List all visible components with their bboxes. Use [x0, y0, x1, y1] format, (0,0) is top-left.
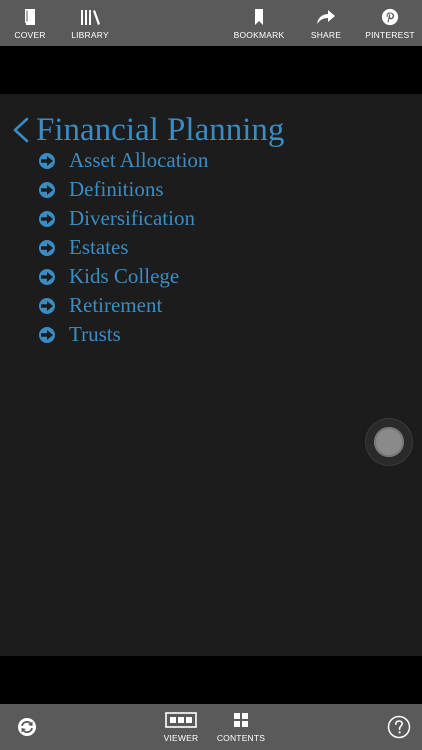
cover-button[interactable]: COVER: [14, 0, 46, 46]
bookmark-icon: [255, 9, 263, 25]
floating-button[interactable]: [366, 419, 412, 465]
help-button[interactable]: [385, 704, 413, 750]
rotate-icon: [18, 718, 36, 736]
grid-icon: [234, 712, 248, 727]
share-button[interactable]: SHARE: [308, 0, 344, 46]
toc-item-label: Trusts: [69, 322, 121, 346]
toc-item-estates[interactable]: Estates: [38, 233, 208, 262]
pinterest-button[interactable]: PINTEREST: [364, 0, 416, 46]
top-black-band: [0, 46, 422, 94]
toc-item-asset-allocation[interactable]: Asset Allocation: [38, 146, 208, 175]
viewer-icon: [165, 711, 197, 728]
pinterest-icon: [381, 8, 399, 26]
book-icon: [25, 9, 35, 25]
bottom-toolbar: VIEWER CONTENTS: [0, 704, 422, 750]
top-toolbar: COVER LIBRARY BOOKMARK SHARE PINTEREST: [0, 0, 422, 46]
arrow-circle-right-icon: [39, 181, 55, 198]
back-title-link[interactable]: Financial Planning: [10, 110, 284, 150]
toc-item-label: Diversification: [69, 206, 195, 230]
arrow-circle-right-icon: [39, 239, 55, 256]
share-icon: [317, 10, 335, 24]
toc-item-label: Definitions: [69, 177, 164, 201]
arrow-circle-right-icon: [39, 268, 55, 285]
toc-item-diversification[interactable]: Diversification: [38, 204, 208, 233]
chevron-left-icon: [13, 117, 29, 143]
library-icon: [81, 10, 100, 25]
share-label: SHARE: [310, 30, 342, 40]
bottom-black-band: [0, 656, 422, 704]
viewer-button[interactable]: VIEWER: [162, 704, 200, 750]
bookmark-button[interactable]: BOOKMARK: [232, 0, 286, 46]
contents-button[interactable]: CONTENTS: [216, 704, 266, 750]
arrow-circle-right-icon: [39, 210, 55, 227]
toc-item-retirement[interactable]: Retirement: [38, 291, 208, 320]
library-button[interactable]: LIBRARY: [70, 0, 110, 46]
library-label: LIBRARY: [71, 30, 109, 40]
cover-label: COVER: [14, 30, 46, 40]
page-title: Financial Planning: [36, 112, 285, 148]
floating-button-knob: [374, 427, 404, 457]
toc-item-label: Estates: [69, 235, 129, 259]
arrow-circle-right-icon: [39, 326, 55, 343]
toc-item-trusts[interactable]: Trusts: [38, 320, 208, 349]
contents-label: CONTENTS: [216, 732, 266, 743]
bookmark-label: BOOKMARK: [233, 30, 285, 40]
arrow-circle-right-icon: [39, 297, 55, 314]
arrow-circle-right-icon: [39, 152, 55, 169]
toc-list: Asset Allocation Definitions Diversifica…: [38, 146, 208, 349]
toc-item-definitions[interactable]: Definitions: [38, 175, 208, 204]
pinterest-label: PINTEREST: [365, 30, 415, 40]
help-icon: [387, 715, 411, 739]
rotate-button[interactable]: [14, 704, 40, 750]
viewer-label: VIEWER: [163, 732, 199, 743]
contents-page: Financial Planning Asset Allocation Defi…: [0, 94, 422, 656]
toc-item-label: Kids College: [69, 264, 180, 288]
toc-item-kids-college[interactable]: Kids College: [38, 262, 208, 291]
toc-item-label: Asset Allocation: [69, 148, 209, 172]
toc-item-label: Retirement: [69, 293, 163, 317]
